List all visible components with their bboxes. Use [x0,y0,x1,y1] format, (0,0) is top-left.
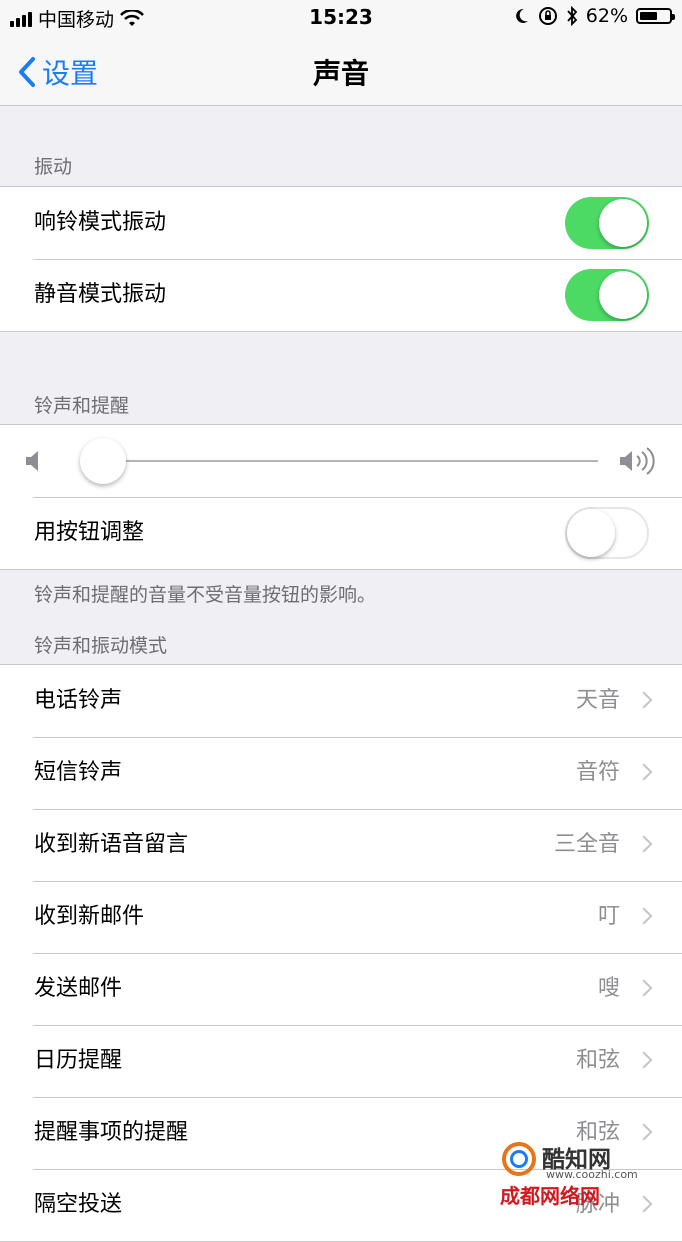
row-label: 收到新邮件 [34,904,145,929]
row-value: 叮 [597,904,620,929]
change-with-buttons-toggle[interactable] [565,507,649,559]
chevron-right-icon [635,1123,653,1141]
row-label: 用按钮调整 [34,520,145,545]
volume-slider-row [0,425,682,497]
chevron-right-icon [635,835,653,853]
moon-icon [515,8,528,23]
row-label: 日历提醒 [34,1048,123,1073]
ringer-footer-note: 铃声和提醒的音量不受音量按钮的影响。 [34,584,377,606]
battery-percent: 62% [585,5,628,27]
vibration-group: 响铃模式振动 静音模式振动 [0,186,682,332]
vibrate-on-ring-toggle[interactable] [565,197,649,249]
chevron-right-icon [635,907,653,925]
row-label: 电话铃声 [34,688,123,713]
status-bar: 中国移动 15:23 62% [0,0,682,34]
chevron-right-icon [635,763,653,781]
row-ringtone[interactable]: 电话铃声 天音 [0,665,682,737]
vibrate-on-silent-toggle[interactable] [565,269,649,321]
row-new-mail[interactable]: 收到新邮件 叮 [0,881,682,953]
row-value: 三全音 [553,832,620,857]
watermark-logo-icon [502,1142,536,1176]
bluetooth-icon [567,6,578,26]
rotation-lock-icon [538,7,557,25]
volume-high-icon [620,447,655,475]
row-label: 静音模式振动 [34,282,167,307]
row-calendar-alerts[interactable]: 日历提醒 和弦 [0,1025,682,1097]
volume-slider-thumb[interactable] [80,438,126,484]
row-label: 收到新语音留言 [34,832,189,857]
status-right: 62% [514,5,675,27]
row-value: 嗖 [597,976,620,1001]
chevron-right-icon [635,691,653,709]
row-value: 和弦 [575,1048,620,1073]
row-label: 隔空投送 [34,1192,123,1217]
section-header-vibration: 振动 [34,156,73,178]
row-change-with-buttons: 用按钮调整 [0,497,682,569]
chevron-right-icon [635,979,653,997]
chevron-right-icon [635,1051,653,1069]
row-new-voicemail[interactable]: 收到新语音留言 三全音 [0,809,682,881]
row-label: 提醒事项的提醒 [34,1120,189,1145]
watermark: 酷知网 www.coozhi.com 成都网络网 [500,1140,652,1212]
volume-slider-track[interactable] [104,460,598,462]
section-header-ringer: 铃声和提醒 [34,395,130,417]
row-value: 天音 [575,688,620,713]
row-text-tone[interactable]: 短信铃声 音符 [0,737,682,809]
row-label: 短信铃声 [34,760,123,785]
row-sent-mail[interactable]: 发送邮件 嗖 [0,953,682,1025]
row-label: 发送邮件 [34,976,123,1001]
row-vibrate-on-silent: 静音模式振动 [0,259,682,331]
row-label: 响铃模式振动 [34,210,167,235]
row-value: 音符 [575,760,620,785]
navigation-bar: 设置 声音 [0,34,682,106]
section-header-patterns: 铃声和振动模式 [34,635,168,657]
page-title: 声音 [312,57,369,90]
ringer-group: 用按钮调整 [0,424,682,570]
row-vibrate-on-ring: 响铃模式振动 [0,187,682,259]
volume-low-icon [26,451,38,471]
watermark-site: 成都网络网 [500,1184,600,1208]
battery-icon [636,8,675,24]
